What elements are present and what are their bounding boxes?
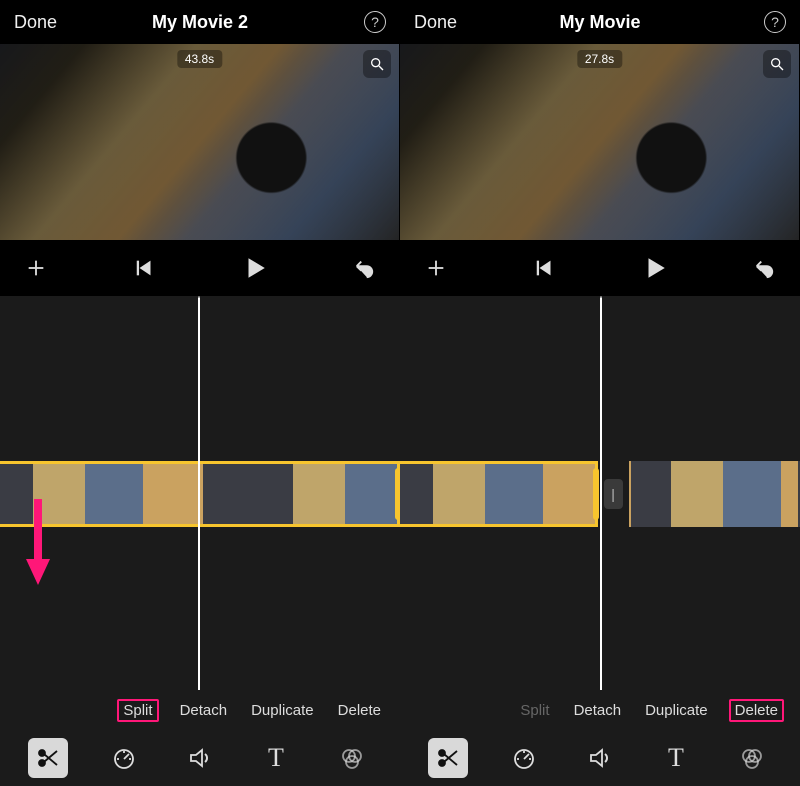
skip-start-button[interactable] [523, 246, 567, 290]
titles-tool[interactable]: T [256, 738, 296, 778]
detach-action[interactable]: Detach [571, 700, 625, 721]
duplicate-action[interactable]: Duplicate [248, 700, 317, 721]
scissors-tool[interactable] [28, 738, 68, 778]
help-icon[interactable]: ? [764, 11, 786, 33]
text-icon: T [668, 743, 684, 773]
undo-icon [353, 257, 375, 279]
transition-gap[interactable]: | [604, 479, 623, 509]
speaker-icon [588, 746, 612, 770]
magnify-icon [769, 56, 785, 72]
clip-action-bar: Split Detach Duplicate Delete [400, 690, 800, 730]
playhead[interactable] [600, 296, 602, 690]
video-clip-selected[interactable] [400, 461, 598, 527]
delete-action[interactable]: Delete [335, 700, 384, 721]
scissors-icon [36, 746, 60, 770]
plus-icon [425, 257, 447, 279]
done-button[interactable]: Done [14, 12, 57, 33]
video-clip[interactable] [629, 461, 800, 527]
video-preview[interactable]: 43.8s [0, 44, 400, 240]
clip-action-bar: Split Detach Duplicate Delete [0, 690, 400, 730]
filters-icon [740, 746, 764, 770]
filters-icon [340, 746, 364, 770]
playhead[interactable] [198, 296, 200, 690]
speaker-icon [188, 746, 212, 770]
video-clip-selected[interactable] [0, 461, 400, 527]
playhead-time: 43.8s [177, 50, 222, 68]
skip-back-icon [134, 257, 156, 279]
editor-panel-left: Done My Movie 2 ? 43.8s [0, 0, 400, 786]
skip-back-icon [534, 257, 556, 279]
undo-button[interactable] [342, 246, 386, 290]
header: Done My Movie ? [400, 0, 800, 44]
timeline[interactable] [0, 296, 400, 690]
play-button[interactable] [633, 246, 677, 290]
speed-tool[interactable] [104, 738, 144, 778]
tool-toolbar: T [400, 730, 800, 786]
undo-icon [753, 257, 775, 279]
plus-icon [25, 257, 47, 279]
timeline[interactable]: | [400, 296, 800, 690]
volume-tool[interactable] [180, 738, 220, 778]
text-icon: T [268, 743, 284, 773]
speedometer-icon [112, 746, 136, 770]
playhead-time: 27.8s [577, 50, 622, 68]
speedometer-icon [512, 746, 536, 770]
filters-tool[interactable] [332, 738, 372, 778]
annotation-arrow [24, 495, 52, 590]
zoom-button[interactable] [763, 50, 791, 78]
volume-tool[interactable] [580, 738, 620, 778]
detach-action[interactable]: Detach [177, 700, 231, 721]
scissors-tool[interactable] [428, 738, 468, 778]
split-action[interactable]: Split [117, 699, 158, 722]
editor-panel-right: Done My Movie ? 27.8s | Split De [400, 0, 800, 786]
project-title: My Movie [559, 12, 640, 33]
duplicate-action[interactable]: Duplicate [642, 700, 711, 721]
video-preview[interactable]: 27.8s [400, 44, 800, 240]
scissors-icon [436, 746, 460, 770]
play-button[interactable] [233, 246, 277, 290]
header: Done My Movie 2 ? [0, 0, 400, 44]
split-action: Split [517, 700, 552, 721]
skip-start-button[interactable] [123, 246, 167, 290]
undo-button[interactable] [742, 246, 786, 290]
add-media-button[interactable] [414, 246, 458, 290]
tool-toolbar: T [0, 730, 400, 786]
help-icon[interactable]: ? [364, 11, 386, 33]
speed-tool[interactable] [504, 738, 544, 778]
play-icon [642, 255, 668, 281]
zoom-button[interactable] [363, 50, 391, 78]
delete-action[interactable]: Delete [729, 699, 784, 722]
play-icon [242, 255, 268, 281]
add-media-button[interactable] [14, 246, 58, 290]
magnify-icon [369, 56, 385, 72]
transport-bar [0, 240, 400, 296]
done-button[interactable]: Done [414, 12, 457, 33]
filters-tool[interactable] [732, 738, 772, 778]
transport-bar [400, 240, 800, 296]
clip-track [0, 461, 400, 527]
project-title: My Movie 2 [152, 12, 248, 33]
titles-tool[interactable]: T [656, 738, 696, 778]
